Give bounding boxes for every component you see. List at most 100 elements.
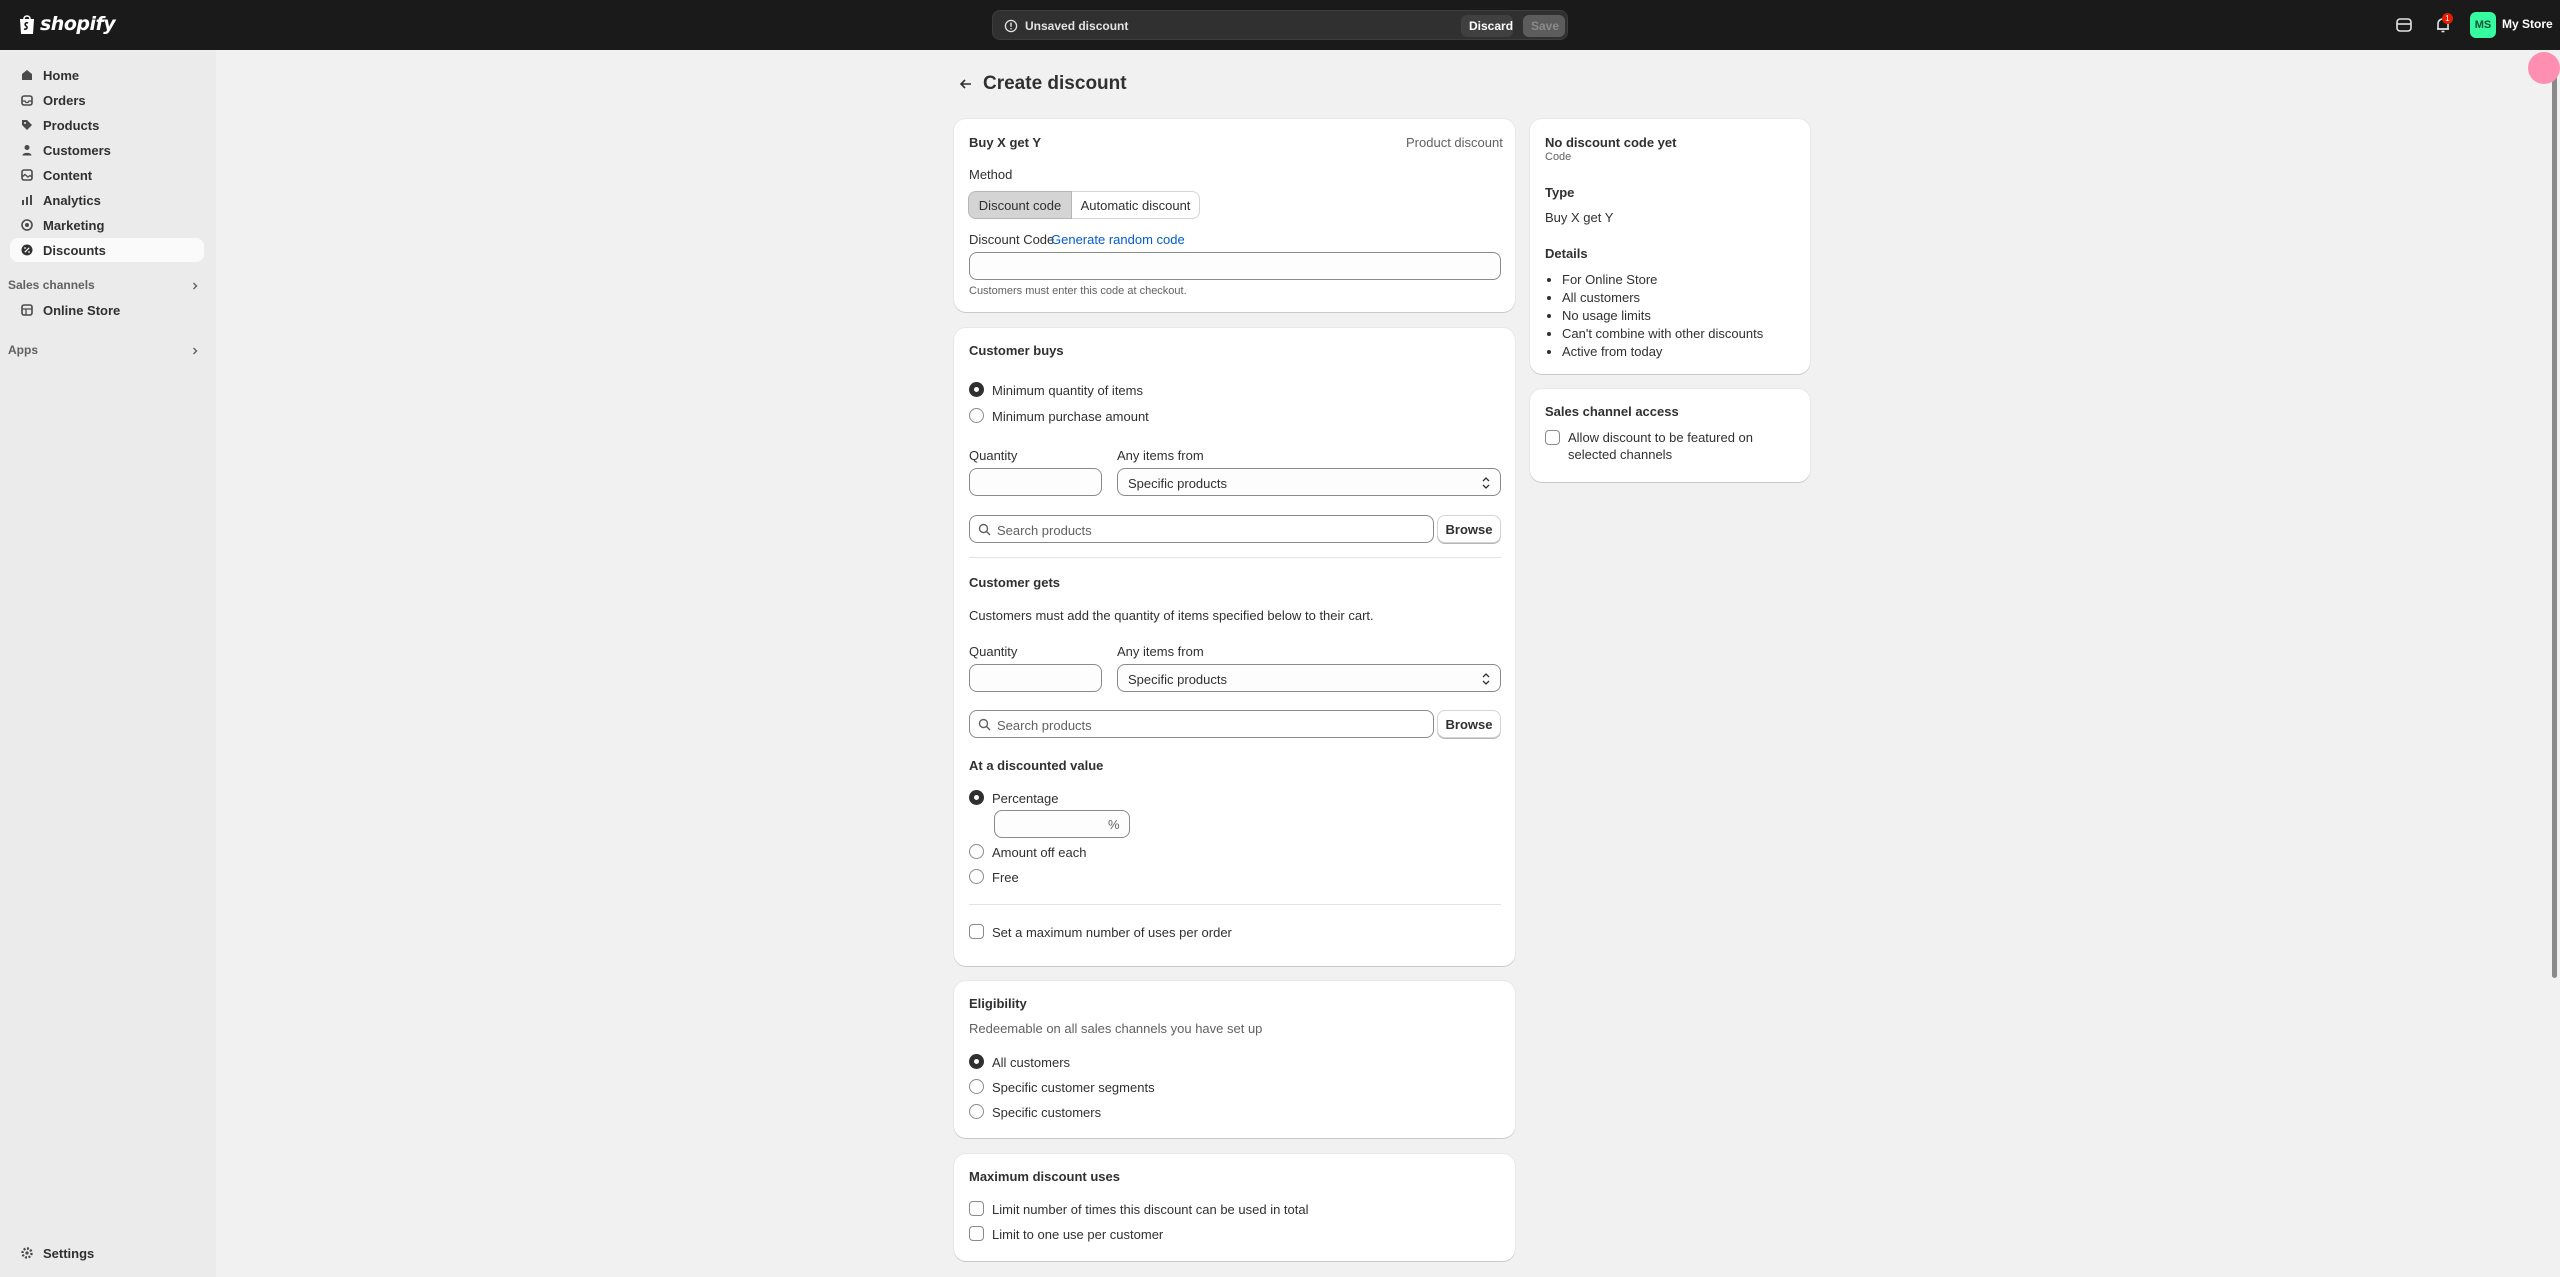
gets-items-from-label: Any items from — [1117, 644, 1204, 659]
feature-channels-label-2: selected channels — [1568, 447, 1673, 462]
discount-code-help: Customers must enter this code at checko… — [969, 285, 1187, 297]
sidebar-item-home[interactable]: Home — [10, 63, 204, 87]
sidebar-item-discounts[interactable]: Discounts — [10, 238, 204, 262]
avatar[interactable]: MS — [2470, 12, 2496, 38]
person-icon — [22, 145, 32, 156]
generate-code-link[interactable]: Generate random code — [1051, 232, 1185, 247]
max-uses-title: Maximum discount uses — [969, 1169, 1120, 1184]
sidebar-item-online-store[interactable]: Online Store — [10, 298, 204, 322]
buys-search-input[interactable]: Search products — [969, 515, 1434, 543]
max-uses-per-order-checkbox[interactable] — [969, 924, 984, 939]
sidebar-item-marketing[interactable]: Marketing — [10, 213, 204, 237]
sidebar-item-label: Discounts — [43, 243, 106, 258]
summary-details-label: Details — [1545, 246, 1588, 261]
store-name[interactable]: My Store — [2502, 17, 2553, 31]
sidebar-item-label: Customers — [43, 143, 111, 158]
gets-quantity-input[interactable] — [969, 664, 1102, 692]
method-discount-code-button[interactable]: Discount code — [968, 191, 1072, 219]
sidebar-item-analytics[interactable]: Analytics — [10, 188, 204, 212]
min-quantity-label: Minimum quantity of items — [992, 383, 1143, 398]
min-purchase-radio[interactable] — [969, 408, 984, 423]
list-item: Can't combine with other discounts — [1562, 325, 1763, 343]
chevron-right-icon[interactable] — [190, 281, 200, 291]
select-arrows-icon — [1482, 477, 1490, 489]
gets-items-from-select[interactable]: Specific products — [1117, 664, 1501, 692]
one-per-customer-checkbox[interactable] — [969, 1226, 984, 1241]
shopify-logo[interactable]: shopify — [18, 13, 116, 35]
gets-quantity-label: Quantity — [969, 644, 1018, 659]
sidebar-item-settings[interactable]: Settings — [10, 1241, 204, 1265]
gear-icon — [21, 1247, 33, 1259]
top-bar: shopify Unsaved discount Discard Save 1 … — [0, 0, 2560, 50]
unsaved-changes-bar: Unsaved discount Discard Save — [992, 10, 1568, 40]
buys-browse-button[interactable]: Browse — [1437, 515, 1501, 543]
gets-search-input[interactable]: Search products — [969, 710, 1434, 738]
sidebar-item-products[interactable]: Products — [10, 113, 204, 137]
sidebar-item-label: Analytics — [43, 193, 101, 208]
apps-label[interactable]: Apps — [8, 343, 38, 357]
sales-channels-label[interactable]: Sales channels — [8, 278, 95, 292]
search-icon — [978, 523, 991, 536]
content-icon — [21, 169, 33, 181]
percentage-input[interactable]: % — [994, 810, 1130, 838]
sidebar-item-label: Orders — [43, 93, 86, 108]
sidebar-item-orders[interactable]: Orders — [10, 88, 204, 112]
search-icon — [978, 718, 991, 731]
min-quantity-radio[interactable] — [969, 382, 984, 397]
bar-chart-icon — [22, 195, 32, 205]
discard-button[interactable]: Discard — [1461, 15, 1513, 37]
sidebar-item-label: Content — [43, 168, 93, 183]
specific-customers-radio[interactable] — [969, 1104, 984, 1119]
sidekick-sparkle-icon[interactable] — [2528, 52, 2560, 84]
buys-items-from-label: Any items from — [1117, 448, 1204, 463]
discount-type-title: Buy X get Y — [969, 135, 1042, 150]
buys-quantity-label: Quantity — [969, 448, 1018, 463]
method-automatic-button[interactable]: Automatic discount — [1072, 191, 1200, 219]
shopify-bag-icon — [20, 15, 34, 34]
sales-channel-title: Sales channel access — [1545, 404, 1679, 419]
all-customers-radio[interactable] — [969, 1054, 984, 1069]
one-per-customer-label: Limit to one use per customer — [992, 1227, 1164, 1242]
gets-browse-button[interactable]: Browse — [1437, 710, 1501, 738]
max-uses-per-order-label: Set a maximum number of uses per order — [992, 925, 1232, 940]
buys-quantity-input[interactable] — [969, 468, 1102, 496]
all-customers-label: All customers — [992, 1055, 1071, 1070]
sidebar-item-label: Products — [43, 118, 100, 133]
list-item: All customers — [1562, 289, 1763, 307]
sidebar-item-content[interactable]: Content — [10, 163, 204, 187]
list-item: For Online Store — [1562, 271, 1763, 289]
back-arrow-icon[interactable] — [958, 76, 974, 92]
list-item: Active from today — [1562, 343, 1763, 361]
method-segmented-control: Discount code Automatic discount — [968, 191, 1200, 219]
divider — [969, 557, 1501, 558]
list-item: No usage limits — [1562, 307, 1763, 325]
amount-off-radio[interactable] — [969, 844, 984, 859]
buys-items-from-select[interactable]: Specific products — [1117, 468, 1501, 496]
free-label: Free — [992, 870, 1019, 885]
feature-channels-checkbox[interactable] — [1545, 430, 1560, 445]
feature-channels-label-1: Allow discount to be featured on — [1568, 430, 1754, 445]
chevron-right-icon[interactable] — [190, 346, 200, 356]
percentage-radio[interactable] — [969, 790, 984, 805]
free-radio[interactable] — [969, 869, 984, 884]
customer-gets-title: Customer gets — [969, 575, 1061, 590]
customer-segments-radio[interactable] — [969, 1079, 984, 1094]
scrollbar-thumb[interactable] — [2552, 58, 2557, 978]
sidebar-item-label: Online Store — [43, 303, 121, 318]
save-button[interactable]: Save — [1523, 15, 1565, 37]
sidebar-item-label: Home — [43, 68, 80, 83]
select-value: Specific products — [1128, 476, 1227, 491]
orders-icon — [21, 95, 33, 106]
online-store-icon — [21, 304, 33, 316]
customer-gets-help: Customers must add the quantity of items… — [969, 608, 1374, 623]
summary-type-label: Type — [1545, 185, 1575, 200]
store-icon[interactable] — [2394, 15, 2414, 35]
limit-total-checkbox[interactable] — [969, 1201, 984, 1216]
discount-code-input[interactable] — [969, 252, 1501, 280]
specific-customers-label: Specific customers — [992, 1105, 1102, 1120]
sidebar-item-customers[interactable]: Customers — [10, 138, 204, 162]
percent-suffix: % — [1108, 817, 1120, 832]
customer-buys-title: Customer buys — [969, 343, 1064, 358]
customer-segments-label: Specific customer segments — [992, 1080, 1155, 1095]
brand-wordmark: shopify — [40, 13, 116, 35]
